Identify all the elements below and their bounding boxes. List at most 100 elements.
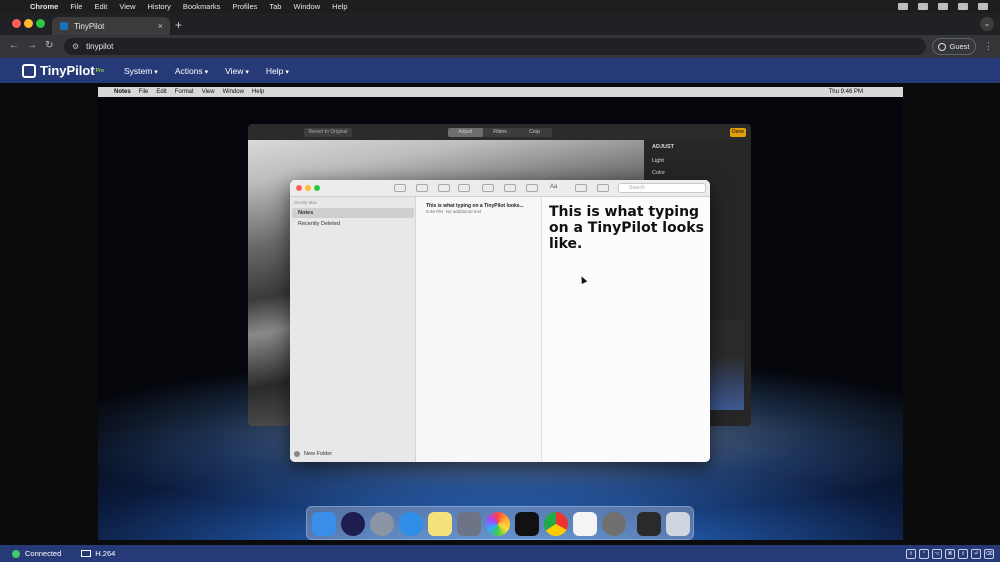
remote-clock[interactable]: Thu 9:46 PM [829,89,863,95]
compose-icon[interactable] [458,184,470,192]
remote-menubar: Notes File Edit Format View Window Help … [98,87,903,97]
launchpad-icon[interactable] [370,512,394,536]
menu-file[interactable]: File [70,2,82,11]
new-folder-label: New Folder [304,451,333,457]
statusbar: Connected H.264 ⇧ ⌃ ⌥ ⌘ ⇪ ⏎ ⌫ [0,545,1000,562]
screenshot-icon[interactable] [637,512,661,536]
new-tab-button[interactable]: + [175,18,182,32]
finder-icon[interactable] [312,512,336,536]
wifi-icon[interactable] [958,3,968,10]
logo-text: TinyPilot [40,63,95,78]
lock-icon[interactable] [482,184,494,192]
chrome-icon[interactable] [544,512,568,536]
mute-icon[interactable] [938,3,948,10]
zoom-window-button[interactable] [36,19,45,28]
minimize-window-button[interactable] [24,19,33,28]
menu-bookmarks[interactable]: Bookmarks [183,2,221,11]
folder-notes[interactable]: Notes [292,208,414,218]
format-button[interactable]: Aa [550,184,557,190]
revert-to-original-button[interactable]: Revert to Original [304,128,352,137]
pen-icon[interactable] [457,512,481,536]
menu-view[interactable]: View [119,2,135,11]
sidebar-toggle-icon[interactable] [394,184,406,192]
note-body[interactable]: This is what typing on a TinyPilot looks… [549,204,704,252]
trash-icon[interactable] [666,512,690,536]
share-icon[interactable] [597,184,609,192]
display-icon[interactable] [918,3,928,10]
key-enter[interactable]: ⏎ [971,548,981,559]
menu-help[interactable]: Help [332,2,347,11]
remote-menu-format[interactable]: Format [175,89,194,95]
record-icon[interactable] [898,3,908,10]
site-info-icon[interactable]: ⚙ [72,42,79,51]
note-editor[interactable]: This is what typing on a TinyPilot looks… [542,197,710,462]
notes-search-input[interactable]: Search [618,183,706,193]
dock [306,506,694,540]
remote-screen[interactable]: Notes File Edit Format View Window Help … [98,87,903,540]
more-menu-icon[interactable]: ⋮ [984,41,993,52]
key-shift[interactable]: ⇧ [906,548,916,559]
tab-filters[interactable]: Filters [483,128,518,137]
menu-tab[interactable]: Tab [269,2,281,11]
notes-zoom-button[interactable] [314,185,320,191]
collaborate-icon[interactable] [575,184,587,192]
menu-edit[interactable]: Edit [94,2,107,11]
safari-icon[interactable] [399,512,423,536]
menu-tp-view[interactable]: View [225,66,249,76]
menu-app-name[interactable]: Chrome [30,2,58,11]
siri-icon[interactable] [341,512,365,536]
gallery-view-icon[interactable] [416,184,428,192]
chrome-toolbar: ← → ↻ ⚙ tinypilot Guest ⋮ [0,35,1000,58]
menu-system[interactable]: System [124,66,158,76]
tab-adjust[interactable]: Adjust [448,128,483,137]
tab-tinypilot[interactable]: TinyPilot × [52,17,170,35]
tab-search-chevron-icon[interactable]: ⌄ [980,17,994,31]
menu-profiles[interactable]: Profiles [232,2,257,11]
notes-minimize-button[interactable] [305,185,311,191]
new-folder-button[interactable]: New Folder [294,451,332,457]
key-cmd[interactable]: ⌘ [945,548,955,559]
tab-crop[interactable]: Crop [517,128,552,137]
address-bar[interactable]: ⚙ tinypilot [64,38,926,55]
menu-tp-help[interactable]: Help [266,66,289,76]
menu-history[interactable]: History [148,2,171,11]
close-window-button[interactable] [12,19,21,28]
remote-menu-window[interactable]: Window [223,89,244,95]
adjust-light[interactable]: Light [652,158,664,164]
url-text: tinypilot [86,42,114,51]
notes-icon[interactable] [428,512,452,536]
table-icon[interactable] [504,184,516,192]
done-button[interactable]: Done [730,128,746,137]
remote-menu-app[interactable]: Notes [114,89,131,95]
note-meta: 9:46 PM No additional text [426,209,481,214]
remote-menu-help[interactable]: Help [252,89,264,95]
key-ctrl[interactable]: ⌃ [919,548,929,559]
forward-arrow-icon[interactable]: → [27,40,37,51]
remote-menu-view[interactable]: View [202,89,215,95]
close-tab-icon[interactable]: × [158,21,163,31]
connection-status: Connected [25,549,62,558]
reload-icon[interactable]: ↻ [45,40,53,51]
checklist-icon[interactable] [526,184,538,192]
photos-icon[interactable] [486,512,510,536]
tinypilot-logo: TinyPilot Pro [22,63,104,78]
terminal-icon[interactable] [515,512,539,536]
reminders-icon[interactable] [573,512,597,536]
add-icon [294,451,300,457]
remote-menu-file[interactable]: File [139,89,149,95]
menu-window[interactable]: Window [293,2,320,11]
key-backspace[interactable]: ⌫ [984,548,994,559]
guest-profile-button[interactable]: Guest [932,38,976,55]
system-preferences-icon[interactable] [602,512,626,536]
menu-actions[interactable]: Actions [175,66,208,76]
remote-menu-edit[interactable]: Edit [156,89,166,95]
notes-close-button[interactable] [296,185,302,191]
back-arrow-icon[interactable]: ← [9,40,19,51]
trash-note-icon[interactable] [438,184,450,192]
key-capslock[interactable]: ⇪ [958,548,968,559]
adjust-color[interactable]: Color [652,170,665,176]
folder-recently-deleted[interactable]: Recently Deleted [292,219,414,229]
key-alt[interactable]: ⌥ [932,548,942,559]
battery-icon[interactable] [978,3,988,10]
video-codec[interactable]: H.264 [95,549,115,558]
